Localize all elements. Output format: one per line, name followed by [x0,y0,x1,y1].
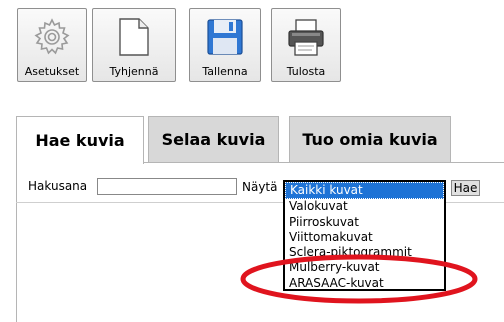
option-mulberry-images[interactable]: Mulberry-kuvat [285,260,444,275]
tab-import-images[interactable]: Tuo omia kuvia [289,116,451,163]
panel-border [16,162,17,322]
tab-label: Tuo omia kuvia [302,130,438,149]
gear-icon [30,15,74,59]
printer-icon [284,15,328,59]
search-label: Hakusana [28,179,88,193]
clear-button[interactable]: Tyhjennä [92,8,176,82]
option-sign-images[interactable]: Viittomakuvat [285,230,444,245]
clear-label: Tyhjennä [109,65,159,78]
save-label: Tallenna [202,65,248,78]
save-button[interactable]: Tallenna [189,8,261,82]
settings-label: Asetukset [24,65,80,78]
print-button[interactable]: Tulosta [271,8,341,82]
floppy-disk-icon [203,15,247,59]
blank-document-icon [112,15,156,59]
option-arasaac-images[interactable]: ARASAAC-kuvat [285,276,444,291]
option-photos[interactable]: Valokuvat [285,199,444,214]
tab-label: Hae kuvia [35,131,125,150]
search-button[interactable]: Hae [451,180,480,196]
option-sclera-pictograms[interactable]: Sclera-piktogrammit [285,245,444,260]
tab-search-images[interactable]: Hae kuvia [16,116,144,164]
option-all-images[interactable]: Kaikki kuvat [285,182,444,200]
image-type-dropdown[interactable]: Kaikki kuvat Valokuvat Piirroskuvat Viit… [283,180,446,291]
tab-browse-images[interactable]: Selaa kuvia [148,116,279,163]
settings-button[interactable]: Asetukset [17,8,87,82]
show-label: Näytä [242,180,278,194]
print-label: Tulosta [286,65,326,78]
search-input[interactable] [97,178,237,195]
option-drawings[interactable]: Piirroskuvat [285,215,444,230]
tab-label: Selaa kuvia [161,130,266,149]
